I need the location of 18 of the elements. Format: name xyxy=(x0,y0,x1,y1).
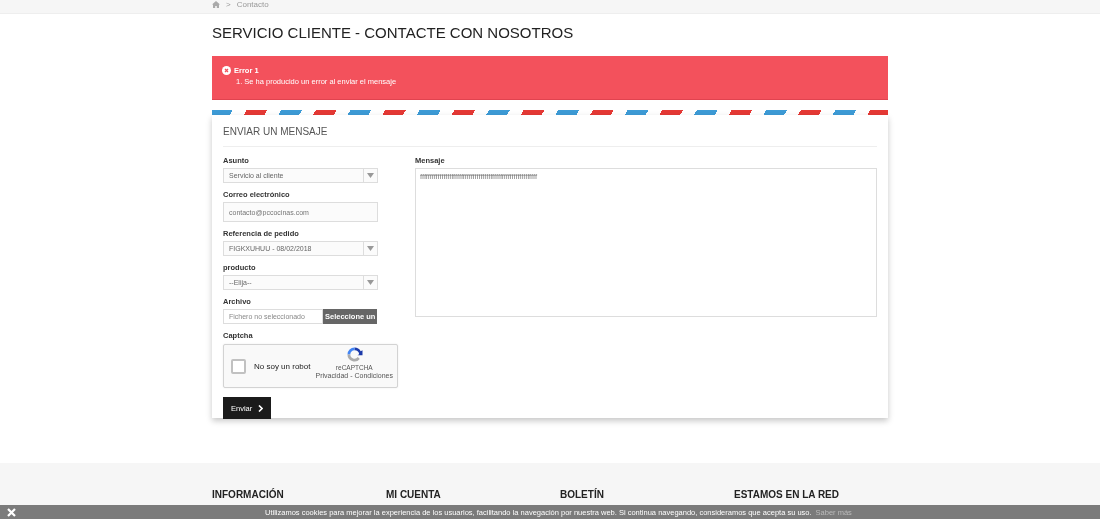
footer-heading: BOLETÍN xyxy=(560,489,605,500)
form-heading: ENVIAR UN MENSAJE xyxy=(223,126,877,147)
captcha-label: No soy un robot xyxy=(254,361,311,371)
error-icon xyxy=(222,66,231,75)
chevron-right-icon xyxy=(258,404,264,412)
page-title: SERVICIO CLIENTE - CONTACTE CON NOSOTROS xyxy=(212,23,575,43)
caret-icon xyxy=(367,246,374,251)
footer-heading: MI CUENTA xyxy=(386,489,442,500)
breadcrumb-current: Contacto xyxy=(236,0,269,9)
close-icon[interactable] xyxy=(7,507,16,517)
recaptcha-logo-icon xyxy=(345,346,363,363)
footer-heading: ESTAMOS EN LA RED xyxy=(734,489,840,500)
captcha-checkbox[interactable] xyxy=(231,358,246,374)
caret-icon xyxy=(367,173,374,178)
home-icon[interactable] xyxy=(212,0,220,8)
breadcrumb-separator: > xyxy=(226,0,231,9)
caret-icon xyxy=(367,280,374,285)
footer-heading: INFORMACIÓN xyxy=(212,489,285,500)
